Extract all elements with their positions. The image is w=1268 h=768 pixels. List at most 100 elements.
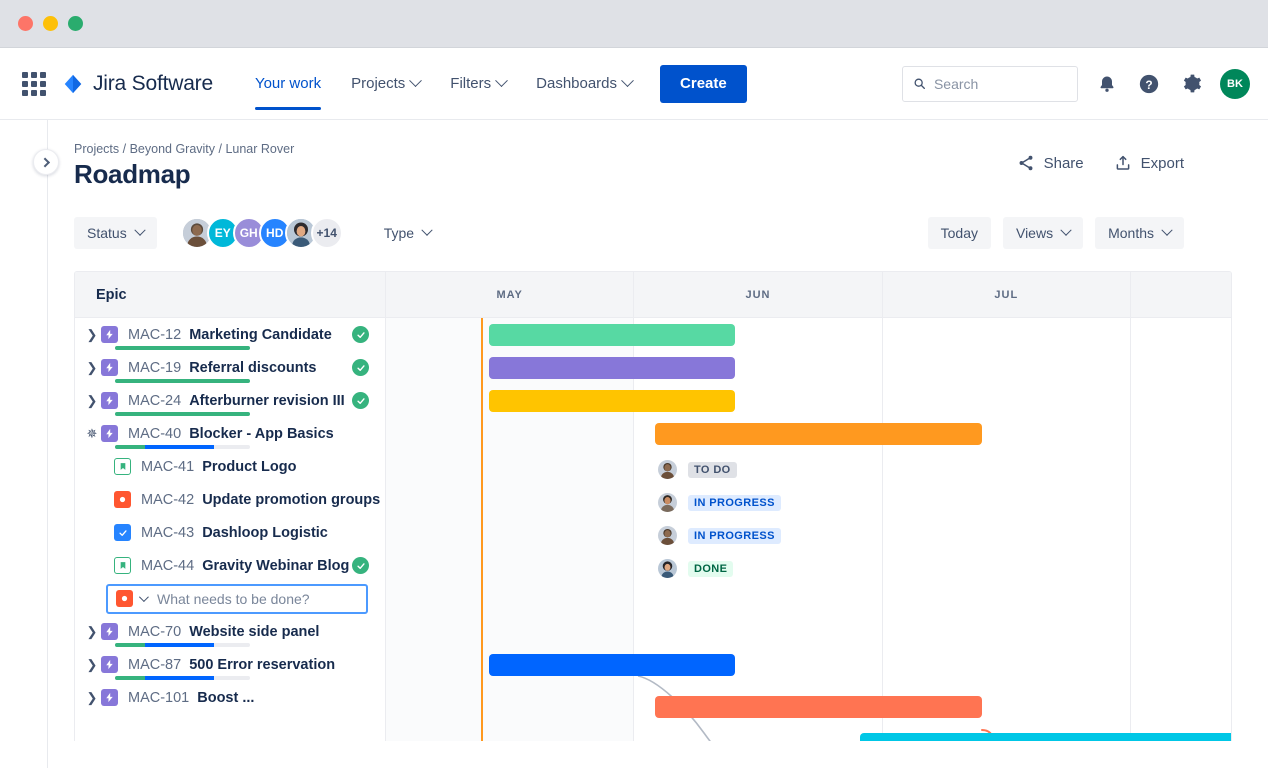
today-marker — [481, 318, 483, 741]
table-row[interactable]: ❯ MAC-87 500 Error reservation — [75, 648, 385, 681]
help-icon[interactable]: ? — [1136, 71, 1162, 97]
issue-key: MAC-70 — [128, 624, 181, 640]
table-row[interactable]: ❯ MAC-70 Website side panel — [75, 615, 385, 648]
issue-summary: Blocker - App Basics — [189, 426, 334, 442]
app-switcher-icon[interactable] — [20, 70, 48, 98]
issue-summary: Boost ... — [197, 690, 254, 706]
timeline-child-mac-42[interactable]: IN PROGRESS — [658, 493, 781, 512]
epic-icon — [101, 392, 118, 409]
main-content: Projects / Beyond Gravity / Lunar Rover … — [48, 120, 1268, 768]
issue-key: MAC-87 — [128, 657, 181, 673]
new-issue-input-wrapper[interactable] — [106, 584, 368, 614]
issue-key: MAC-19 — [128, 360, 181, 376]
search-input[interactable] — [934, 76, 1067, 92]
window-minimize-button[interactable] — [43, 16, 58, 31]
expand-toggle-icon[interactable]: ❯ — [83, 361, 101, 374]
today-button[interactable]: Today — [928, 217, 991, 249]
timeline-bar-mac-70[interactable] — [489, 654, 735, 676]
progress-bar — [115, 445, 250, 449]
expand-toggle-icon[interactable]: ❯ — [83, 625, 101, 638]
roadmap-toolbar: Status EY GH HD — [74, 217, 1268, 249]
collapse-toggle-icon[interactable]: ✵ — [83, 427, 101, 440]
chevron-down-icon — [1161, 225, 1172, 236]
table-row[interactable]: MAC-43 Dashloop Logistic — [75, 516, 385, 549]
create-button[interactable]: Create — [660, 65, 747, 103]
bug-icon[interactable] — [116, 590, 133, 607]
issue-summary: Product Logo — [202, 459, 296, 475]
new-issue-row — [75, 582, 385, 615]
expand-toggle-icon[interactable]: ❯ — [83, 328, 101, 341]
timeline-bar-mac-87[interactable] — [655, 696, 982, 718]
nav-item-your-work[interactable]: Your work — [243, 48, 333, 120]
window-close-button[interactable] — [18, 16, 33, 31]
issue-summary: Gravity Webinar Blog — [202, 558, 349, 574]
issue-key: MAC-12 — [128, 327, 181, 343]
expand-sidebar-button[interactable] — [33, 149, 59, 175]
nav-item-filters[interactable]: Filters — [438, 48, 518, 120]
type-filter-button[interactable]: Type — [371, 217, 444, 249]
epic-column-header: Epic — [75, 272, 386, 317]
issue-key: MAC-41 — [141, 459, 194, 475]
top-navigation: Jira Software Your work Projects Filters… — [0, 48, 1268, 120]
timeline-bar-mac-40[interactable] — [655, 423, 982, 445]
task-icon — [114, 524, 131, 541]
share-label: Share — [1044, 155, 1084, 172]
issue-summary: Dashloop Logistic — [202, 525, 328, 541]
export-button[interactable]: Export — [1114, 154, 1184, 172]
roadmap-header-row: Epic MAY JUN JUL — [75, 272, 1231, 318]
export-label: Export — [1141, 155, 1184, 172]
months-button[interactable]: Months — [1095, 217, 1184, 249]
epic-icon — [101, 359, 118, 376]
new-issue-input[interactable] — [157, 591, 358, 607]
status-badge: DONE — [688, 561, 733, 577]
expand-toggle-icon[interactable]: ❯ — [83, 691, 101, 704]
search-icon — [913, 76, 926, 91]
table-row[interactable]: ❯ MAC-101 Boost ... — [75, 681, 385, 714]
month-header-jun: JUN — [634, 272, 882, 317]
timeline-child-mac-44[interactable]: DONE — [658, 559, 733, 578]
timeline-bar-mac-19[interactable] — [489, 357, 735, 379]
views-button[interactable]: Views — [1003, 217, 1083, 249]
table-row[interactable]: MAC-44 Gravity Webinar Blog — [75, 549, 385, 582]
expand-toggle-icon[interactable]: ❯ — [83, 658, 101, 671]
window-maximize-button[interactable] — [68, 16, 83, 31]
timeline-child-mac-43[interactable]: IN PROGRESS — [658, 526, 781, 545]
window-titlebar — [0, 0, 1268, 48]
search-box[interactable] — [902, 66, 1078, 102]
table-row[interactable]: ❯ MAC-24 Afterburner revision III — [75, 384, 385, 417]
table-row[interactable]: ✵ MAC-40 Blocker - App Basics — [75, 417, 385, 450]
settings-icon[interactable] — [1178, 71, 1204, 97]
jira-logo[interactable]: Jira Software — [62, 72, 213, 96]
status-badge: IN PROGRESS — [688, 495, 781, 511]
table-row[interactable]: ❯ MAC-19 Referral discounts — [75, 351, 385, 384]
expand-toggle-icon[interactable]: ❯ — [83, 394, 101, 407]
toolbar-right-actions: Today Views Months — [928, 217, 1184, 249]
issue-type-dropdown-icon[interactable] — [139, 592, 149, 602]
chevron-right-icon — [40, 157, 50, 167]
nav-item-dashboards[interactable]: Dashboards — [524, 48, 644, 120]
app-window: Jira Software Your work Projects Filters… — [0, 0, 1268, 768]
table-row[interactable]: ❯ MAC-12 Marketing Candidate — [75, 318, 385, 351]
nav-label: Filters — [450, 75, 491, 92]
avatar-overflow-count[interactable]: +14 — [311, 217, 343, 249]
notifications-icon[interactable] — [1094, 71, 1120, 97]
nav-item-projects[interactable]: Projects — [339, 48, 432, 120]
table-row[interactable]: MAC-41 Product Logo — [75, 450, 385, 483]
page-body: Projects / Beyond Gravity / Lunar Rover … — [0, 120, 1268, 768]
nav-label: Projects — [351, 75, 405, 92]
table-row[interactable]: MAC-42 Update promotion groups — [75, 483, 385, 516]
issue-key: MAC-24 — [128, 393, 181, 409]
timeline-bar-mac-12[interactable] — [489, 324, 735, 346]
timeline-child-mac-41[interactable]: TO DO — [658, 460, 737, 479]
timeline-bar-mac-24[interactable] — [489, 390, 735, 412]
avatar[interactable]: BK — [1220, 69, 1250, 99]
done-check-icon — [352, 392, 369, 409]
status-filter-button[interactable]: Status — [74, 217, 157, 249]
epic-list: ❯ MAC-12 Marketing Candidate — [75, 318, 386, 741]
nav-label: Your work — [255, 75, 321, 92]
timeline-bar-mac-101[interactable] — [860, 733, 1231, 741]
timeline-panel[interactable]: TO DO IN PROGRESS IN PROGR — [386, 318, 1231, 741]
share-button[interactable]: Share — [1017, 154, 1084, 172]
chevron-down-icon — [421, 225, 432, 236]
chevron-down-icon — [1060, 225, 1071, 236]
